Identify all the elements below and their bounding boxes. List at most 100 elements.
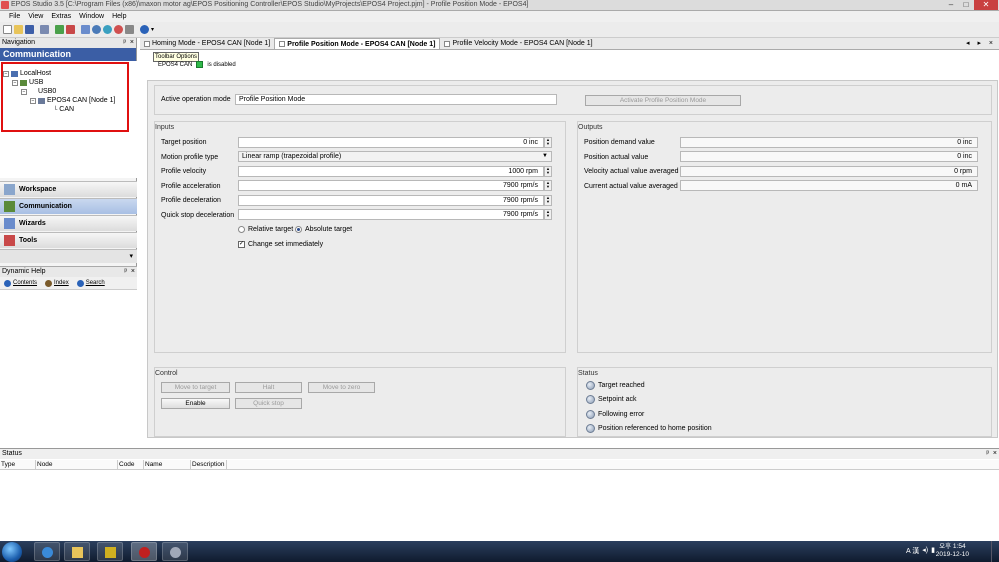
relative-target-radio[interactable]: Relative target: [238, 226, 293, 233]
quick-stop-deceleration-spinner[interactable]: ▲ ▼: [544, 209, 552, 220]
minimize-button[interactable]: –: [944, 0, 958, 10]
halt-button[interactable]: Halt: [235, 382, 302, 393]
window-title: EPOS Studio 3.5 [C:\Program Files (x86)\…: [11, 1, 529, 8]
move-to-zero-button[interactable]: Move to zero: [308, 382, 375, 393]
help-contents-link[interactable]: Contents: [4, 279, 37, 287]
column-node[interactable]: Node: [36, 460, 118, 470]
profile-velocity-label: Profile velocity: [161, 168, 207, 175]
status-target-reached: Target reached: [586, 381, 645, 390]
column-description[interactable]: Description: [191, 460, 227, 470]
maximize-button[interactable]: □: [959, 0, 973, 10]
dynamic-help-header: Dynamic Help ᵖ ×: [0, 267, 137, 277]
outputs-group: Outputs Position demand value 0 inc Posi…: [577, 121, 992, 353]
network-icon[interactable]: ▮: [931, 546, 935, 556]
clock[interactable]: 오후 1:54 2019-12-10: [936, 543, 969, 559]
help-search-link[interactable]: Search: [76, 279, 105, 287]
inputs-title: Inputs: [155, 124, 175, 131]
dynamic-help-toolbar: Contents Index Search: [0, 277, 137, 290]
pin-icon[interactable]: ᵖ: [123, 38, 126, 48]
tab-profile-velocity-mode[interactable]: Profile Velocity Mode - EPOS4 CAN [Node …: [440, 38, 596, 49]
status-led-icon: [586, 381, 595, 390]
menu-window[interactable]: Window: [79, 13, 104, 20]
quick-stop-button[interactable]: Quick stop: [235, 398, 302, 409]
nav-button-communication[interactable]: Communication: [0, 198, 137, 214]
chevron-down-icon[interactable]: ▾: [151, 26, 154, 33]
velocity-actual-label: Velocity actual value averaged: [584, 168, 679, 175]
disconnect-icon[interactable]: [66, 25, 75, 34]
connect-icon[interactable]: [55, 25, 64, 34]
profile-velocity-input[interactable]: 1000 rpm: [238, 166, 544, 177]
volume-icon[interactable]: ◂): [922, 546, 928, 556]
taskbar-media[interactable]: [97, 542, 123, 561]
pin-icon[interactable]: ᵖ: [124, 267, 127, 277]
refresh-icon[interactable]: [92, 25, 101, 34]
help-icon[interactable]: [140, 25, 149, 34]
pin-icon[interactable]: ᵖ: [986, 449, 989, 459]
close-button[interactable]: ✕: [974, 0, 998, 10]
move-to-target-button[interactable]: Move to target: [161, 382, 230, 393]
tab-navigation[interactable]: ◂ ▸ ×: [966, 38, 996, 49]
taskbar-app[interactable]: [162, 542, 188, 561]
scan-icon[interactable]: [103, 25, 112, 34]
profile-acceleration-input[interactable]: 7900 rpm/s: [238, 180, 544, 191]
absolute-target-radio[interactable]: Absolute target: [295, 226, 352, 233]
motion-profile-select[interactable]: Linear ramp (trapezoidal profile) ▼: [238, 151, 552, 162]
new-icon[interactable]: [3, 25, 12, 34]
taskbar-epos-studio[interactable]: [131, 542, 157, 561]
taskbar-explorer[interactable]: [64, 542, 90, 561]
nav-overflow-chevron-icon[interactable]: ▾: [0, 249, 137, 263]
status-led-icon: [586, 410, 595, 419]
column-type[interactable]: Type: [0, 460, 36, 470]
profile-acceleration-spinner[interactable]: ▲ ▼: [544, 180, 552, 191]
status-table-header: Type Node Code Name Description: [0, 460, 999, 470]
quick-stop-deceleration-label: Quick stop deceleration: [161, 212, 235, 219]
enable-button[interactable]: Enable: [161, 398, 230, 409]
taskbar: A 漢 ◂) ▮ 오후 1:54 2019-12-10: [0, 541, 999, 562]
nav-button-workspace[interactable]: Workspace: [0, 181, 137, 197]
activate-mode-button[interactable]: Activate Profile Position Mode: [585, 95, 741, 106]
outputs-title: Outputs: [578, 124, 603, 131]
ime-indicator[interactable]: A 漢: [906, 546, 919, 556]
start-button[interactable]: [2, 542, 22, 562]
tab-homing-mode[interactable]: Homing Mode - EPOS4 CAN [Node 1]: [140, 38, 274, 49]
navigation-panel-title: Navigation: [2, 39, 36, 46]
title-bar: EPOS Studio 3.5 [C:\Program Files (x86)\…: [0, 0, 999, 11]
change-set-immediately-checkbox[interactable]: ✓ Change set immediately: [238, 241, 323, 248]
shield-icon[interactable]: [40, 25, 49, 34]
velocity-actual-value: 0 rpm: [680, 166, 978, 177]
quick-stop-deceleration-input[interactable]: 7900 rpm/s: [238, 209, 544, 220]
menu-extras[interactable]: Extras: [51, 13, 71, 20]
help-index-link[interactable]: Index: [45, 279, 69, 287]
clock-time: 오후 1:54: [939, 543, 966, 550]
profile-velocity-spinner[interactable]: ▲ ▼: [544, 166, 552, 177]
tab-icon: [444, 40, 451, 47]
close-icon[interactable]: ×: [993, 449, 997, 459]
stop-icon[interactable]: [114, 25, 123, 34]
dynamic-help-title: Dynamic Help: [2, 268, 46, 275]
taskbar-ie[interactable]: [34, 542, 60, 561]
status-panel: Status ᵖ × Type Node Code Name Descripti…: [0, 448, 999, 541]
close-icon[interactable]: ×: [131, 267, 135, 277]
profile-deceleration-spinner[interactable]: ▲ ▼: [544, 195, 552, 206]
close-icon[interactable]: ×: [130, 38, 134, 48]
column-code[interactable]: Code: [118, 460, 144, 470]
menu-view[interactable]: View: [28, 13, 43, 20]
status-panel-header: Status ᵖ ×: [0, 449, 999, 459]
status-title: Status: [578, 370, 598, 377]
tab-profile-position-mode[interactable]: Profile Position Mode - EPOS4 CAN [Node …: [274, 38, 441, 49]
target-position-spinner[interactable]: ▲ ▼: [544, 137, 552, 148]
profile-deceleration-input[interactable]: 7900 rpm/s: [238, 195, 544, 206]
menu-help[interactable]: Help: [112, 13, 126, 20]
device-icon[interactable]: [81, 25, 90, 34]
menu-file[interactable]: File: [9, 13, 20, 20]
nav-button-wizards[interactable]: Wizards: [0, 215, 137, 231]
save-icon[interactable]: [25, 25, 34, 34]
open-folder-icon[interactable]: [14, 25, 23, 34]
workspace-icon: [4, 184, 15, 195]
column-name[interactable]: Name: [144, 460, 191, 470]
target-position-input[interactable]: 0 inc: [238, 137, 544, 148]
settings-icon[interactable]: [125, 25, 134, 34]
status-position-referenced: Position referenced to home position: [586, 424, 712, 433]
nav-button-tools[interactable]: Tools: [0, 232, 137, 248]
show-desktop-button[interactable]: [991, 541, 999, 562]
